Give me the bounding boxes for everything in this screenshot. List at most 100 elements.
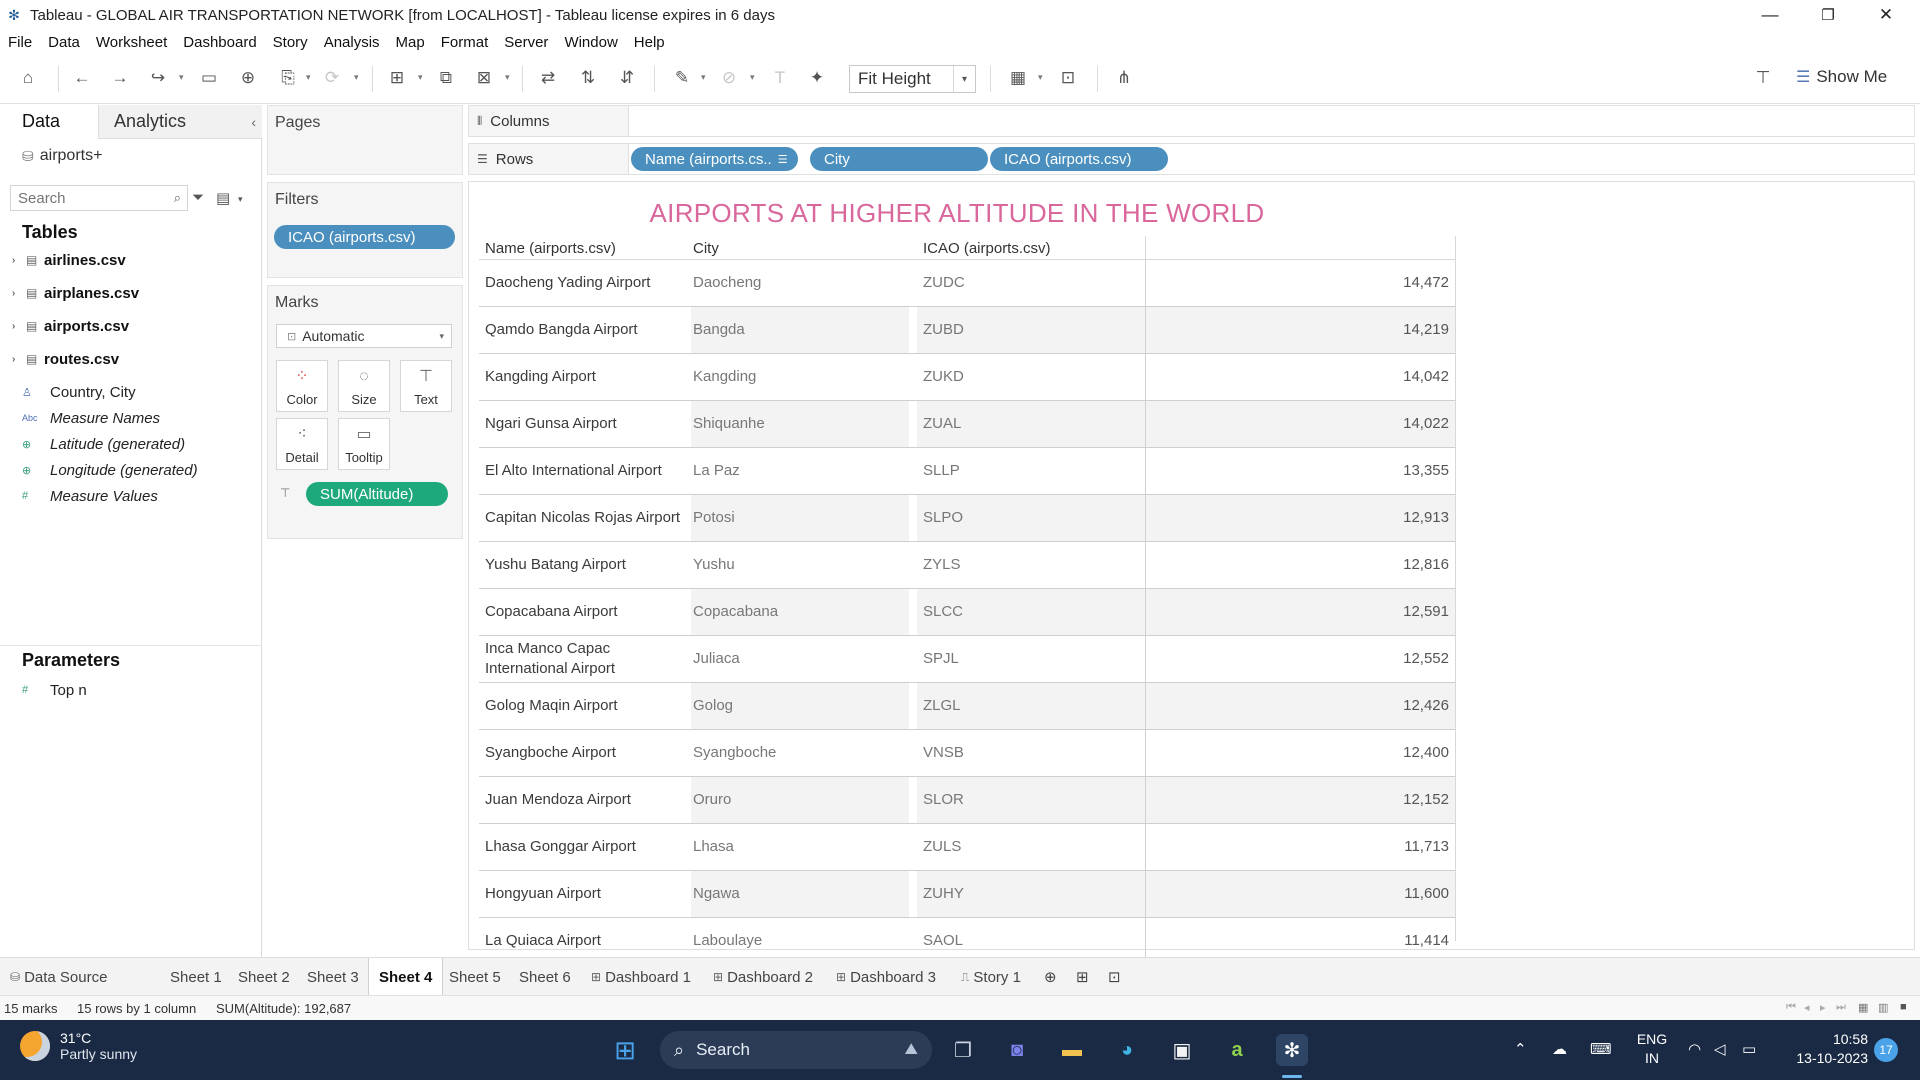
new-worksheet-icon[interactable]: ⊕ bbox=[1044, 958, 1057, 996]
cell-name[interactable]: Daocheng Yading Airport bbox=[485, 260, 689, 306]
tooltip-button[interactable]: ▭ Tooltip bbox=[338, 418, 390, 470]
table-row[interactable]: Lhasa Gonggar Airport Lhasa ZULS 11,713 bbox=[479, 824, 1455, 871]
chevron-down-icon[interactable]: ▾ bbox=[418, 72, 423, 83]
tab-dashboard-1[interactable]: ⊞ Dashboard 1 bbox=[591, 958, 691, 996]
edge-icon[interactable]: ◕ bbox=[1111, 1034, 1143, 1066]
mark-type-select[interactable]: ⊡ Automatic ▾ bbox=[276, 324, 452, 348]
menu-format[interactable]: Format bbox=[441, 34, 489, 51]
measure-pill[interactable]: SUM(Altitude) bbox=[306, 482, 448, 506]
cell-name[interactable]: Qamdo Bangda Airport bbox=[485, 307, 689, 353]
tabs-view-icon[interactable]: ■ bbox=[1900, 1001, 1907, 1013]
chevron-down-icon[interactable]: ▾ bbox=[750, 72, 755, 83]
pages-card[interactable]: Pages bbox=[267, 105, 463, 175]
table-row[interactable]: Capitan Nicolas Rojas Airport Potosi SLPO 1… bbox=[479, 495, 1455, 542]
table-item[interactable]: › ▤ airlines.csv bbox=[12, 249, 126, 271]
chevron-down-icon[interactable]: ▾ bbox=[354, 72, 359, 83]
chevron-down-icon[interactable]: ▾ bbox=[953, 66, 975, 92]
cell-city[interactable]: Ngawa bbox=[691, 871, 909, 917]
chevron-down-icon[interactable]: ▾ bbox=[306, 72, 311, 83]
redo-icon[interactable]: → bbox=[108, 68, 132, 88]
cell-altitude[interactable]: 12,591 bbox=[1145, 589, 1455, 635]
table-row[interactable]: Hongyuan Airport Ngawa ZUHY 11,600 bbox=[479, 871, 1455, 918]
field-item[interactable]: ⊕ Latitude (generated) bbox=[22, 433, 185, 455]
pause-updates-icon[interactable]: ⎘ bbox=[276, 68, 300, 88]
clock[interactable]: 10:58 13-10-2023 bbox=[1788, 1030, 1868, 1068]
task-view-icon[interactable]: ❐ bbox=[947, 1034, 979, 1066]
onedrive-icon[interactable]: ☁ bbox=[1552, 1040, 1567, 1058]
chevron-right-icon[interactable]: › bbox=[12, 321, 24, 332]
table-item[interactable]: › ▤ airplanes.csv bbox=[12, 282, 139, 304]
filmstrip-icon[interactable]: ▥ bbox=[1878, 1001, 1888, 1014]
cell-altitude[interactable]: 11,713 bbox=[1145, 824, 1455, 870]
tab-sheet-4[interactable]: Sheet 4 bbox=[368, 958, 444, 996]
cell-icao[interactable]: ZULS bbox=[917, 824, 1147, 870]
cell-name[interactable]: Inca Manco Capac International Airport bbox=[485, 636, 689, 682]
cell-altitude[interactable]: 11,600 bbox=[1145, 871, 1455, 917]
cell-name[interactable]: Juan Mendoza Airport bbox=[485, 777, 689, 823]
last-sheet-icon[interactable]: ⏭ bbox=[1836, 1001, 1846, 1014]
table-row[interactable]: Ngari Gunsa Airport Shiquanhe ZUAL 14,022 bbox=[479, 401, 1455, 448]
datasource-item[interactable]: ⛁ airports+ bbox=[22, 147, 102, 165]
home-icon[interactable]: ⌂ bbox=[16, 68, 40, 88]
prev-sheet-icon[interactable]: ◂ bbox=[1804, 1001, 1810, 1014]
cell-name[interactable]: Golog Maqin Airport bbox=[485, 683, 689, 729]
keyboard-icon[interactable]: ⌨ bbox=[1590, 1040, 1612, 1058]
text-button[interactable]: ⊤ Text bbox=[400, 360, 452, 412]
battery-icon[interactable]: ▭ bbox=[1742, 1040, 1756, 1058]
filters-card[interactable]: Filters ICAO (airports.csv) bbox=[267, 182, 463, 278]
chevron-down-icon[interactable]: ▾ bbox=[439, 331, 444, 342]
cell-icao[interactable]: ZUBD bbox=[917, 307, 1147, 353]
tab-dashboard-3[interactable]: ⊞ Dashboard 3 bbox=[836, 958, 936, 996]
replay-icon[interactable]: ↪ bbox=[146, 68, 170, 88]
field-item[interactable]: # Measure Values bbox=[22, 485, 158, 507]
taskbar-search[interactable]: ⌕ Search ⛰ bbox=[660, 1031, 932, 1069]
show-me-button[interactable]: ☰ Show Me bbox=[1796, 67, 1887, 87]
row-pill-name[interactable]: Name (airports.cs.. ☰ bbox=[631, 147, 798, 171]
header-name[interactable]: Name (airports.csv) bbox=[485, 240, 616, 257]
cell-name[interactable]: El Alto International Airport bbox=[485, 448, 689, 494]
cell-name[interactable]: Copacabana Airport bbox=[485, 589, 689, 635]
tab-data-source[interactable]: ⛁ Data Source bbox=[10, 958, 107, 996]
table-item[interactable]: › ▤ routes.csv bbox=[12, 348, 119, 370]
cell-city[interactable]: Golog bbox=[691, 683, 909, 729]
field-item[interactable]: ♙ Country, City bbox=[22, 381, 136, 403]
columns-shelf[interactable]: ⦀ Columns bbox=[468, 105, 1915, 137]
size-button[interactable]: ◌ Size bbox=[338, 360, 390, 412]
chevron-up-icon[interactable]: ⌃ bbox=[1514, 1040, 1527, 1058]
group-members-icon[interactable]: ⊘ bbox=[717, 68, 741, 88]
cell-icao[interactable]: SLPO bbox=[917, 495, 1147, 541]
wifi-icon[interactable]: ◠ bbox=[1688, 1040, 1701, 1058]
sort-descending-icon[interactable]: ⇵ bbox=[615, 68, 639, 88]
cell-icao[interactable]: SLLP bbox=[917, 448, 1147, 494]
tab-story-1[interactable]: ⎍ Story 1 bbox=[961, 958, 1021, 996]
tab-sheet-6[interactable]: Sheet 6 bbox=[519, 958, 571, 996]
cell-city[interactable]: Bangda bbox=[691, 307, 909, 353]
cell-icao[interactable]: SPJL bbox=[917, 636, 1147, 682]
chevron-down-icon[interactable]: ▾ bbox=[179, 72, 184, 83]
table-row[interactable]: El Alto International Airport La Paz SLLP 1… bbox=[479, 448, 1455, 495]
anaconda-icon[interactable]: a bbox=[1221, 1034, 1253, 1066]
header-icao[interactable]: ICAO (airports.csv) bbox=[923, 240, 1051, 257]
swap-rows-columns-icon[interactable]: ⇄ bbox=[536, 68, 560, 88]
cell-city[interactable]: Lhasa bbox=[691, 824, 909, 870]
cell-icao[interactable]: SLOR bbox=[917, 777, 1147, 823]
cell-city[interactable]: Copacabana bbox=[691, 589, 909, 635]
close-button[interactable]: ✕ bbox=[1858, 0, 1914, 30]
cell-altitude[interactable]: 12,816 bbox=[1145, 542, 1455, 588]
row-pill-icao[interactable]: ICAO (airports.csv) bbox=[990, 147, 1168, 171]
table-row[interactable]: Juan Mendoza Airport Oruro SLOR 12,152 bbox=[479, 777, 1455, 824]
tab-data[interactable]: Data bbox=[0, 105, 98, 139]
header-city[interactable]: City bbox=[693, 240, 719, 257]
cell-icao[interactable]: ZLGL bbox=[917, 683, 1147, 729]
table-item[interactable]: › ▤ airports.csv bbox=[12, 315, 129, 337]
weather-widget[interactable]: 31°C Partly sunny bbox=[20, 1030, 137, 1062]
cell-name[interactable]: Capitan Nicolas Rojas Airport bbox=[485, 495, 689, 541]
tab-sheet-2[interactable]: Sheet 2 bbox=[238, 958, 290, 996]
table-row[interactable]: Daocheng Yading Airport Daocheng ZUDC 14,47… bbox=[479, 260, 1455, 307]
restore-button[interactable]: ❐ bbox=[1800, 0, 1856, 30]
file-explorer-icon[interactable]: ▬ bbox=[1056, 1034, 1088, 1066]
chevron-down-icon[interactable]: ▾ bbox=[505, 72, 510, 83]
color-button[interactable]: ⁘ Color bbox=[276, 360, 328, 412]
cell-city[interactable]: Shiquanhe bbox=[691, 401, 909, 447]
menu-window[interactable]: Window bbox=[564, 34, 617, 51]
